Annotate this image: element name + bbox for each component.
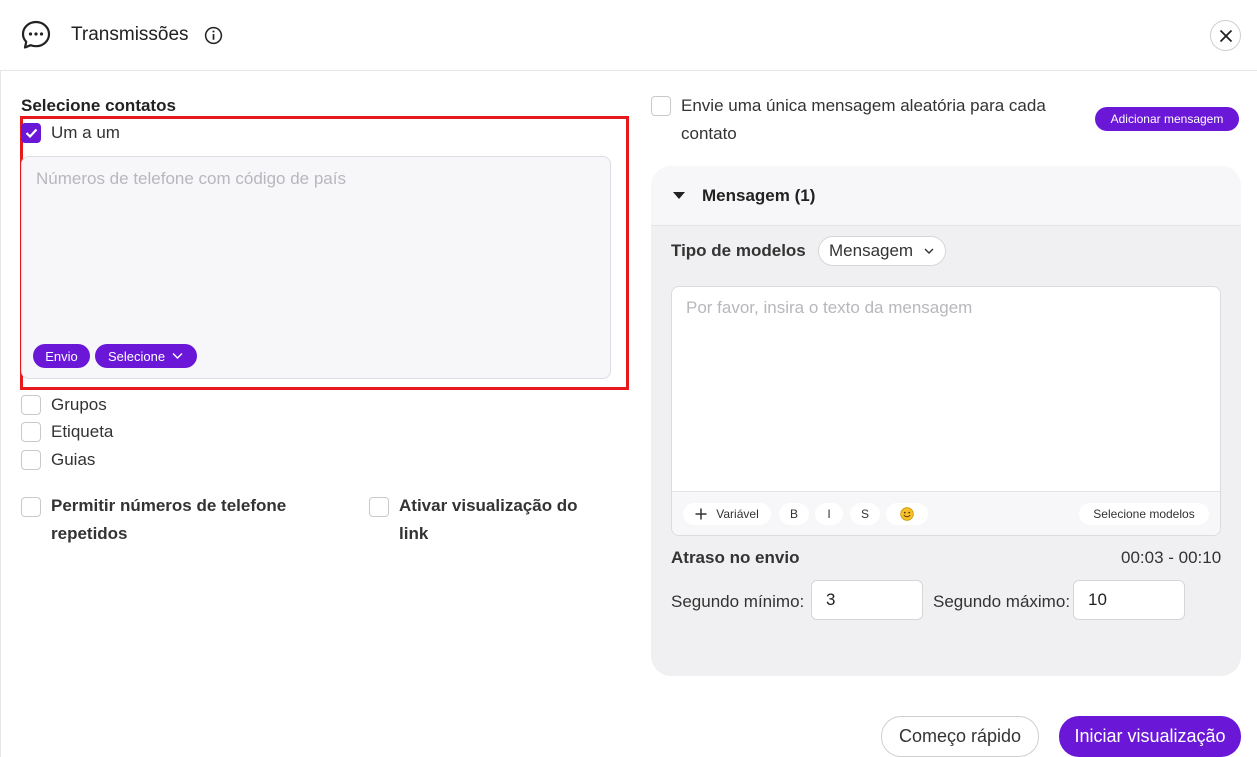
message-text-input[interactable]: Por favor, insira o texto da mensagem Va…	[671, 286, 1221, 536]
chevron-down-icon	[924, 248, 934, 254]
send-delay-range: 00:03 - 00:10	[1121, 548, 1222, 567]
max-seconds-input[interactable]	[1073, 580, 1185, 620]
template-type-value: Mensagem	[829, 241, 914, 260]
link-preview-label: Ativar visualização do link	[399, 496, 578, 543]
min-seconds-input[interactable]	[811, 580, 923, 620]
plus-icon	[695, 508, 707, 520]
allow-repeat-checkbox[interactable]	[21, 497, 41, 517]
strikethrough-button[interactable]: S	[850, 503, 880, 525]
close-icon	[1219, 29, 1232, 42]
message-panel-title: Mensagem (1)	[702, 186, 816, 205]
link-preview-checkbox[interactable]	[369, 497, 389, 517]
emoji-icon	[900, 507, 914, 521]
select-contacts-dropdown[interactable]: Selecione	[95, 344, 197, 368]
emoji-button[interactable]	[886, 503, 928, 525]
variable-label: Variável	[716, 507, 759, 521]
close-button[interactable]	[1210, 20, 1241, 51]
info-icon[interactable]	[204, 26, 223, 45]
dialog-title: Transmissões	[71, 24, 189, 45]
checkmark-icon	[25, 128, 37, 138]
random-message-label: Envie uma única mensagem aleatória para …	[681, 96, 1046, 143]
allow-repeat-label: Permitir números de telefone repetidos	[51, 496, 287, 543]
guides-label: Guias	[51, 450, 96, 469]
random-message-checkbox[interactable]	[651, 96, 671, 116]
select-contacts-label: Selecione contatos	[21, 96, 176, 115]
start-preview-button[interactable]: Iniciar visualização	[1059, 716, 1241, 757]
dialog-header: Transmissões	[0, 0, 1257, 71]
message-placeholder: Por favor, insira o texto da mensagem	[686, 298, 973, 317]
one-by-one-checkbox[interactable]	[21, 123, 41, 143]
caret-down-icon	[673, 192, 685, 199]
select-templates-button[interactable]: Selecione modelos	[1079, 503, 1209, 525]
phone-numbers-placeholder: Números de telefone com código de país	[36, 169, 346, 188]
max-seconds-label: Segundo máximo:	[933, 592, 1071, 611]
italic-button[interactable]: I	[815, 503, 843, 525]
tag-label: Etiqueta	[51, 422, 114, 441]
tag-checkbox[interactable]	[21, 422, 41, 442]
template-type-label: Tipo de modelos	[671, 241, 806, 260]
chat-dots-icon	[21, 20, 51, 49]
message-panel-header[interactable]: Mensagem (1)	[651, 166, 1241, 226]
one-by-one-label: Um a um	[51, 123, 120, 142]
select-label: Selecione	[108, 348, 166, 364]
send-delay-label: Atraso no envio	[671, 548, 800, 567]
message-panel: Mensagem (1) Tipo de modelos Mensagem Po…	[651, 166, 1241, 676]
quick-start-button[interactable]: Começo rápido	[881, 716, 1039, 757]
message-toolbar: Variável B I S Selecione modelos	[672, 491, 1220, 535]
send-button[interactable]: Envio	[33, 344, 90, 368]
bold-button[interactable]: B	[779, 503, 809, 525]
min-seconds-label: Segundo mínimo:	[671, 592, 805, 611]
add-message-button[interactable]: Adicionar mensagem	[1095, 107, 1239, 131]
phone-numbers-input[interactable]: Números de telefone com código de país E…	[21, 156, 611, 379]
groups-label: Grupos	[51, 395, 107, 414]
guides-checkbox[interactable]	[21, 450, 41, 470]
variable-button[interactable]: Variável	[683, 503, 771, 525]
left-border	[0, 71, 1, 757]
template-type-select[interactable]: Mensagem	[818, 236, 946, 266]
chevron-down-icon	[172, 353, 183, 359]
groups-checkbox[interactable]	[21, 395, 41, 415]
